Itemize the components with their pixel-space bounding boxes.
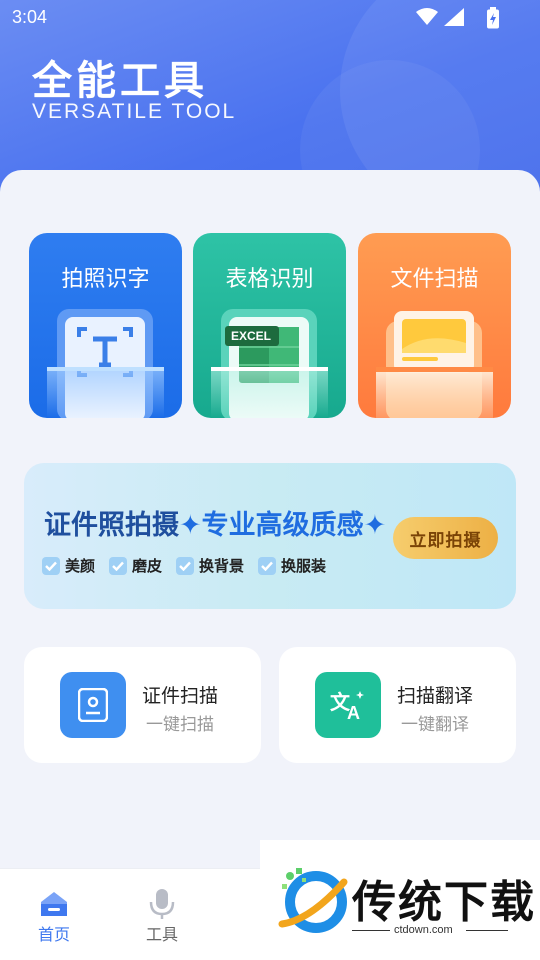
wifi-icon xyxy=(416,8,438,25)
feature-card-file-scan[interactable]: 文件扫描 xyxy=(358,233,511,418)
banner-title: 证件照拍摄✦专业高级质感✦ xyxy=(44,503,386,542)
app-title: 全能工具 xyxy=(32,58,208,104)
check-icon xyxy=(109,556,128,575)
tool-subtitle: 一键扫描 xyxy=(146,715,214,735)
translate-icon: 文A xyxy=(315,672,381,738)
banner-feature: 换服装 xyxy=(258,555,326,576)
shoot-now-button[interactable]: 立即拍摄 xyxy=(393,517,498,559)
feature-card-label: 文件扫描 xyxy=(390,267,479,292)
id-card-icon xyxy=(60,672,126,738)
watermark-url: ctdown.com xyxy=(394,924,453,936)
sparkle-icon: ✦ xyxy=(363,510,387,541)
check-icon xyxy=(42,556,60,575)
excel-badge: EXCEL xyxy=(231,329,272,343)
banner-feature-label: 换背景 xyxy=(199,557,245,575)
tab-home[interactable]: 首页 xyxy=(24,887,84,945)
id-photo-banner[interactable]: 证件照拍摄✦专业高级质感✦ 美颜 磨皮 换背景 换服装 立即拍摄 xyxy=(24,463,516,609)
banner-title-accent: 专业高级质感 xyxy=(201,510,364,541)
feature-card-table-ocr[interactable]: 表格识别 EXCEL xyxy=(193,233,346,418)
app-subtitle: VERSATILE TOOL xyxy=(32,100,237,123)
tool-title: 扫描翻译 xyxy=(397,685,474,707)
check-icon xyxy=(176,556,195,575)
tab-label: 工具 xyxy=(145,925,178,944)
watermark: 传统下载 ctdown.com xyxy=(260,840,540,960)
feature-card-label: 表格识别 xyxy=(225,267,314,292)
feature-card-photo-ocr[interactable]: 拍照识字 xyxy=(29,233,182,418)
watermark-text: 传统下载 xyxy=(352,877,536,928)
banner-feature-list: 美颜 磨皮 换背景 换服装 xyxy=(42,555,326,576)
tool-subtitle: 一键翻译 xyxy=(401,715,469,735)
check-icon xyxy=(258,556,277,575)
document-scan-icon xyxy=(376,311,493,418)
tool-title: 证件扫描 xyxy=(142,685,219,707)
text-scan-icon xyxy=(47,309,164,418)
status-time: 3:04 xyxy=(12,7,48,27)
battery-icon xyxy=(487,7,499,29)
banner-feature: 磨皮 xyxy=(109,555,162,576)
watermark-logo-icon xyxy=(278,868,348,933)
banner-title-main: 证件照拍摄 xyxy=(44,510,179,541)
signal-icon xyxy=(444,8,464,26)
tab-tools[interactable]: 工具 xyxy=(132,887,192,945)
banner-feature-label: 美颜 xyxy=(65,557,96,575)
home-icon xyxy=(24,887,84,921)
svg-text:A: A xyxy=(347,703,360,721)
sparkle-icon: ✦ xyxy=(179,510,202,541)
tool-id-scan[interactable]: 证件扫描 一键扫描 xyxy=(24,647,261,763)
banner-feature-label: 磨皮 xyxy=(132,557,163,575)
banner-feature: 美颜 xyxy=(42,555,95,576)
tool-scan-translate[interactable]: 文A 扫描翻译 一键翻译 xyxy=(279,647,516,763)
tab-label: 首页 xyxy=(37,925,70,944)
banner-feature: 换背景 xyxy=(176,555,244,576)
feature-card-label: 拍照识字 xyxy=(61,267,150,292)
banner-feature-label: 换服装 xyxy=(281,557,327,575)
excel-sheet-icon xyxy=(211,309,328,418)
microphone-icon xyxy=(132,887,192,921)
status-bar: 3:04 xyxy=(0,0,540,36)
